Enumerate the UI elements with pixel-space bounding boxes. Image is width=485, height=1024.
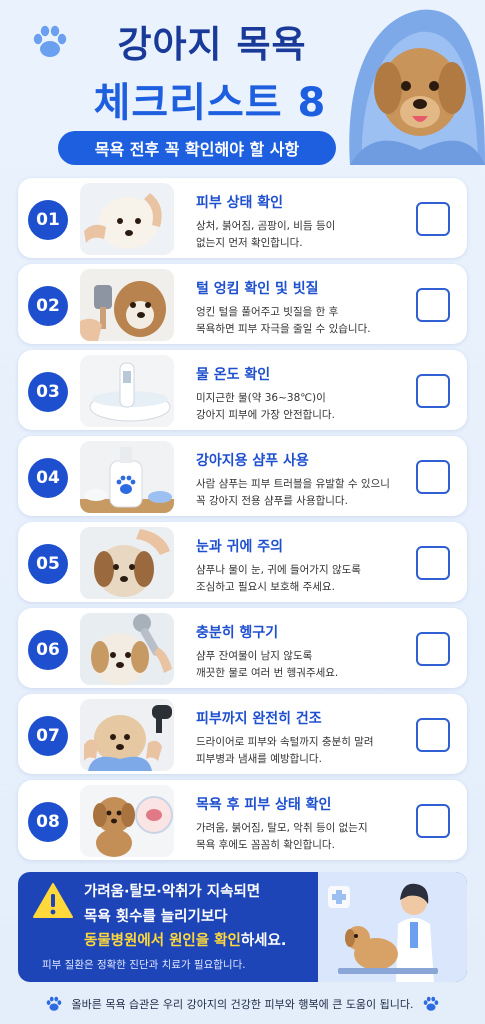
warning-line3-rest: 하세요.: [240, 933, 287, 949]
checklist-item: 04 강아지용 샴푸 사용 사람 샴푸는 피부 트러블을 유발할 수 있으니 꼭…: [18, 436, 467, 516]
item-checkbox[interactable]: [416, 546, 450, 580]
checklist: 01 피부 상태 확인 상처, 붉어짐, 곰팡이, 비듬 등이 없는지 먼저 확…: [18, 178, 467, 866]
checklist-item: 07 피부까지 완전히 건조 드라이어로 피부와 속털까지 충분히 말려 피부병…: [18, 694, 467, 774]
checklist-item: 03 물 온도 확인 미지근한 물(약 36~38℃)이 강아지 피부에 가장 …: [18, 350, 467, 430]
footer-text: 올바른 목욕 습관은 우리 강아지의 건강한 피부와 행복에 큰 도움이 됩니다…: [71, 998, 414, 1011]
item-number-badge: 03: [28, 372, 68, 412]
item-number-badge: 06: [28, 630, 68, 670]
item-title: 피부까지 완전히 건조: [196, 711, 322, 727]
item-checkbox[interactable]: [416, 288, 450, 322]
warning-line2: 목욕 횟수를 늘리기보다: [84, 909, 228, 925]
post-bath-check-photo: [80, 785, 174, 857]
page-title-line1: 강아지 목욕: [117, 23, 307, 66]
item-checkbox[interactable]: [416, 718, 450, 752]
item-title: 눈과 귀에 주의: [196, 539, 284, 555]
item-description: 사람 샴푸는 피부 트러블을 유발할 수 있으니 꼭 강아지 전용 샴푸를 사용…: [196, 478, 390, 507]
checklist-item: 02 털 엉킴 확인 및 빗질 엉킨 털을 풀어주고 빗질을 한 후 목욕하면 …: [18, 264, 467, 344]
subtitle-banner: 목욕 전후 꼭 확인해야 할 사항: [58, 131, 336, 165]
warning-line3: 동물병원에서 원인을 확인하세요.: [84, 929, 286, 950]
page-title-line2: 체크리스트 8: [93, 80, 327, 126]
item-checkbox[interactable]: [416, 804, 450, 838]
checklist-item: 08 목욕 후 피부 상태 확인 가려움, 붉어짐, 탈모, 악취 등이 없는지…: [18, 780, 467, 860]
warning-banner: 가려움·탈모·악취가 지속되면 목욕 횟수를 늘리기보다 동물병원에서 원인을 …: [18, 872, 467, 982]
paw-icon: [423, 996, 438, 1011]
item-description: 드라이어로 피부와 속털까지 충분히 말려 피부병과 냄새를 예방합니다.: [196, 736, 374, 765]
item-checkbox[interactable]: [416, 374, 450, 408]
item-number-badge: 04: [28, 458, 68, 498]
item-number-badge: 01: [28, 200, 68, 240]
vet-with-dog-illustration: [318, 872, 467, 982]
item-checkbox[interactable]: [416, 202, 450, 236]
checklist-item: 05 눈과 귀에 주의 샴푸나 물이 눈, 귀에 들어가지 않도록 조심하고 필…: [18, 522, 467, 602]
item-description: 상처, 붉어짐, 곰팡이, 비듬 등이 없는지 먼저 확인합니다.: [196, 220, 336, 249]
checklist-item: 06 충분히 헹구기 샴푸 잔여물이 남지 않도록 깨끗한 물로 여러 번 헹궈…: [18, 608, 467, 688]
footer: 올바른 목욕 습관은 우리 강아지의 건강한 피부와 행복에 큰 도움이 됩니다…: [0, 990, 485, 1018]
warning-line1: 가려움·탈모·악취가 지속되면: [84, 884, 261, 900]
item-title: 털 엉킴 확인 및 빗질: [196, 281, 319, 297]
rinsing-photo: [80, 613, 174, 685]
item-title: 충분히 헹구기: [196, 625, 279, 641]
dog-shampoo-photo: [80, 441, 174, 513]
item-checkbox[interactable]: [416, 460, 450, 494]
paw-icon: [33, 25, 67, 57]
item-number-badge: 08: [28, 802, 68, 842]
item-description: 엉킨 털을 풀어주고 빗질을 한 후 목욕하면 피부 자극을 줄일 수 있습니다…: [196, 306, 371, 335]
item-description: 샴푸나 물이 눈, 귀에 들어가지 않도록 조심하고 필요시 보호해 주세요.: [196, 564, 361, 593]
eye-ear-care-photo: [80, 527, 174, 599]
item-number-badge: 05: [28, 544, 68, 584]
water-thermometer-photo: [80, 355, 174, 427]
brushing-photo: [80, 269, 174, 341]
item-title: 피부 상태 확인: [196, 195, 284, 211]
item-title: 목욕 후 피부 상태 확인: [196, 797, 332, 813]
checklist-item: 01 피부 상태 확인 상처, 붉어짐, 곰팡이, 비듬 등이 없는지 먼저 확…: [18, 178, 467, 258]
item-description: 미지근한 물(약 36~38℃)이 강아지 피부에 가장 안전합니다.: [196, 392, 335, 421]
subtitle-text: 목욕 전후 꼭 확인해야 할 사항: [94, 140, 300, 159]
paw-icon: [47, 996, 62, 1011]
item-number-badge: 07: [28, 716, 68, 756]
item-description: 가려움, 붉어짐, 탈모, 악취 등이 없는지 목욕 후에도 꼼꼼히 확인합니다…: [196, 822, 368, 851]
item-title: 강아지용 샴푸 사용: [196, 453, 309, 469]
item-title: 물 온도 확인: [196, 367, 271, 383]
header: 강아지 목욕 체크리스트 8 목욕 전후 꼭 확인해야 할 사항: [0, 0, 485, 172]
drying-photo: [80, 699, 174, 771]
warning-highlight: 동물병원에서 원인을 확인: [84, 933, 241, 949]
warning-icon: [33, 883, 73, 918]
item-checkbox[interactable]: [416, 632, 450, 666]
item-description: 샴푸 잔여물이 남지 않도록 깨끗한 물로 여러 번 헹궈주세요.: [196, 650, 339, 679]
item-number-badge: 02: [28, 286, 68, 326]
skin-check-photo: [80, 183, 174, 255]
dog-in-towel-illustration: [349, 9, 485, 165]
warning-note: 피부 질환은 정확한 진단과 치료가 필요합니다.: [42, 959, 246, 971]
